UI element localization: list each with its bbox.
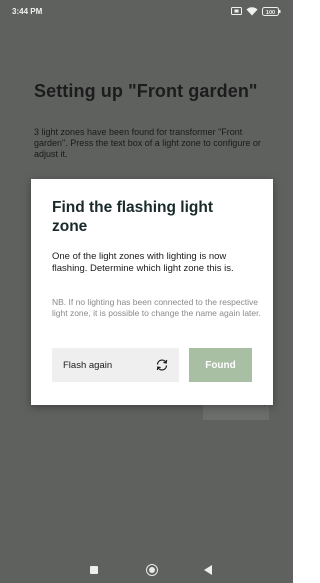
page-title: Setting up "Front garden" <box>34 81 258 101</box>
status-bar: 3:44 PM 100 <box>0 0 293 22</box>
status-icons: 100 <box>231 6 281 16</box>
found-button[interactable]: Found <box>189 348 252 382</box>
status-time: 3:44 PM <box>12 6 43 16</box>
flash-again-label: Flash again <box>63 359 113 371</box>
battery-icon: 100 <box>262 6 281 16</box>
background-button <box>203 404 269 420</box>
home-icon-center <box>149 567 155 573</box>
home-icon[interactable] <box>146 564 158 576</box>
flash-again-button[interactable]: Flash again <box>52 348 179 382</box>
page-description: 3 light zones have been found for transf… <box>34 127 261 159</box>
phone-screen: 3:44 PM 100 Setting up "Front garden" 3 … <box>0 0 293 583</box>
wifi-icon <box>246 6 258 16</box>
recent-apps-icon[interactable] <box>90 566 98 574</box>
screen-record-icon <box>231 7 242 15</box>
find-light-zone-dialog: Find the flashing light zone One of the … <box>31 179 273 405</box>
background-page: Setting up "Front garden" 3 light zones … <box>34 80 278 160</box>
dialog-title: Find the flashing light zone <box>52 199 214 235</box>
back-icon[interactable] <box>204 565 212 575</box>
navigation-bar <box>0 557 293 583</box>
dialog-body: One of the light zones with lighting is … <box>52 251 234 274</box>
battery-level: 100 <box>266 9 275 15</box>
refresh-icon <box>145 348 179 382</box>
dialog-note: NB. If no lighting has been connected to… <box>52 297 261 318</box>
